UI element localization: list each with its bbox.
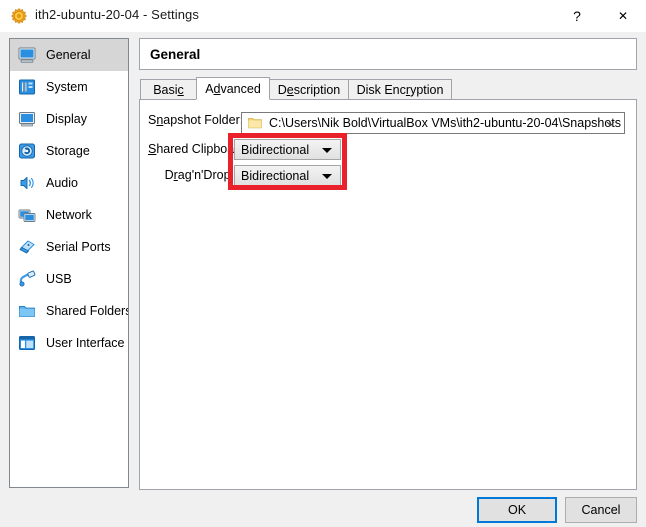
tab-description[interactable]: Description: [269, 79, 349, 100]
sidebar-item-label: User Interface: [46, 336, 125, 350]
settings-content-panel: General Basic Advanced Description Disk …: [139, 38, 637, 490]
harddisk-icon: [17, 141, 37, 161]
cancel-button[interactable]: Cancel: [565, 497, 637, 523]
sidebar-item-label: Shared Folders: [46, 304, 129, 318]
window-titlebar: ith2-ubuntu-20-04 - Settings ? ✕: [0, 0, 646, 32]
monitor-icon: [17, 45, 37, 65]
chevron-down-icon[interactable]: [605, 118, 616, 129]
advanced-tab-panel: [139, 99, 637, 490]
tab-label: Description: [278, 83, 341, 97]
sidebar-item-display[interactable]: Display: [10, 103, 128, 135]
tab-bar[interactable]: Basic Advanced Description Disk Encrypti…: [140, 77, 636, 100]
tab-label: Disk Encryption: [357, 83, 444, 97]
chevron-down-icon: [322, 174, 332, 179]
sidebar-item-label: System: [46, 80, 88, 94]
virtualbox-gear-icon: [11, 8, 27, 24]
sidebar-item-label: Display: [46, 112, 87, 126]
chevron-down-icon: [322, 148, 332, 153]
sidebar-item-system[interactable]: System: [10, 71, 128, 103]
sidebar-item-user-interface[interactable]: User Interface: [10, 327, 128, 359]
page-title: General: [150, 47, 200, 62]
tab-basic[interactable]: Basic: [140, 79, 197, 100]
sidebar-item-label: Network: [46, 208, 92, 222]
sidebar-item-storage[interactable]: Storage: [10, 135, 128, 167]
motherboard-icon: [17, 77, 37, 97]
ok-button[interactable]: OK: [477, 497, 557, 523]
close-icon: ✕: [618, 9, 628, 23]
content-header: General: [139, 38, 637, 70]
cancel-button-label: Cancel: [582, 503, 621, 517]
network-cards-icon: [17, 205, 37, 225]
window-title: ith2-ubuntu-20-04 - Settings: [35, 7, 199, 22]
usb-plug-icon: [17, 269, 37, 289]
ok-button-label: OK: [508, 503, 526, 517]
snapshot-folder-value: C:\Users\Nik Bold\VirtualBox VMs\ith2-ub…: [269, 116, 621, 130]
sidebar-item-label: Audio: [46, 176, 78, 190]
shared-clipboard-dropdown[interactable]: Bidirectional: [234, 139, 341, 160]
sidebar-item-label: Storage: [46, 144, 90, 158]
shared-clipboard-value: Bidirectional: [241, 143, 309, 157]
drag-and-drop-label-row: Drag'n'Drop:: [148, 168, 234, 182]
sidebar-item-usb[interactable]: USB: [10, 263, 128, 295]
close-button[interactable]: ✕: [600, 0, 646, 31]
sidebar-item-label: USB: [46, 272, 72, 286]
sidebar-item-network[interactable]: Network: [10, 199, 128, 231]
sidebar-item-shared-folders[interactable]: Shared Folders: [10, 295, 128, 327]
help-button[interactable]: ?: [554, 0, 600, 31]
help-icon: ?: [573, 8, 581, 24]
settings-category-list[interactable]: General System Display: [9, 38, 129, 488]
window-layout-icon: [17, 333, 37, 353]
display-icon: [17, 109, 37, 129]
tab-disk-encryption[interactable]: Disk Encryption: [348, 79, 452, 100]
folder-icon: [248, 117, 262, 129]
folder-icon: [17, 301, 37, 321]
speaker-icon: [17, 173, 37, 193]
sidebar-item-label: Serial Ports: [46, 240, 111, 254]
tab-label: Basic: [153, 83, 184, 97]
drag-and-drop-dropdown[interactable]: Bidirectional: [234, 165, 341, 186]
sidebar-item-audio[interactable]: Audio: [10, 167, 128, 199]
drag-and-drop-value: Bidirectional: [241, 169, 309, 183]
tab-advanced[interactable]: Advanced: [196, 77, 270, 100]
sidebar-item-label: General: [46, 48, 90, 62]
sidebar-item-general[interactable]: General: [10, 39, 128, 71]
drag-and-drop-label: Drag'n'Drop:: [165, 168, 234, 182]
snapshot-folder-combobox[interactable]: C:\Users\Nik Bold\VirtualBox VMs\ith2-ub…: [241, 112, 625, 134]
tab-label: Advanced: [205, 82, 261, 96]
serial-port-icon: [17, 237, 37, 257]
snapshot-folder-label: Snapshot Folder:: [148, 113, 243, 127]
snapshot-folder-label-row: Snapshot Folder:: [148, 113, 243, 127]
sidebar-item-serial-ports[interactable]: Serial Ports: [10, 231, 128, 263]
